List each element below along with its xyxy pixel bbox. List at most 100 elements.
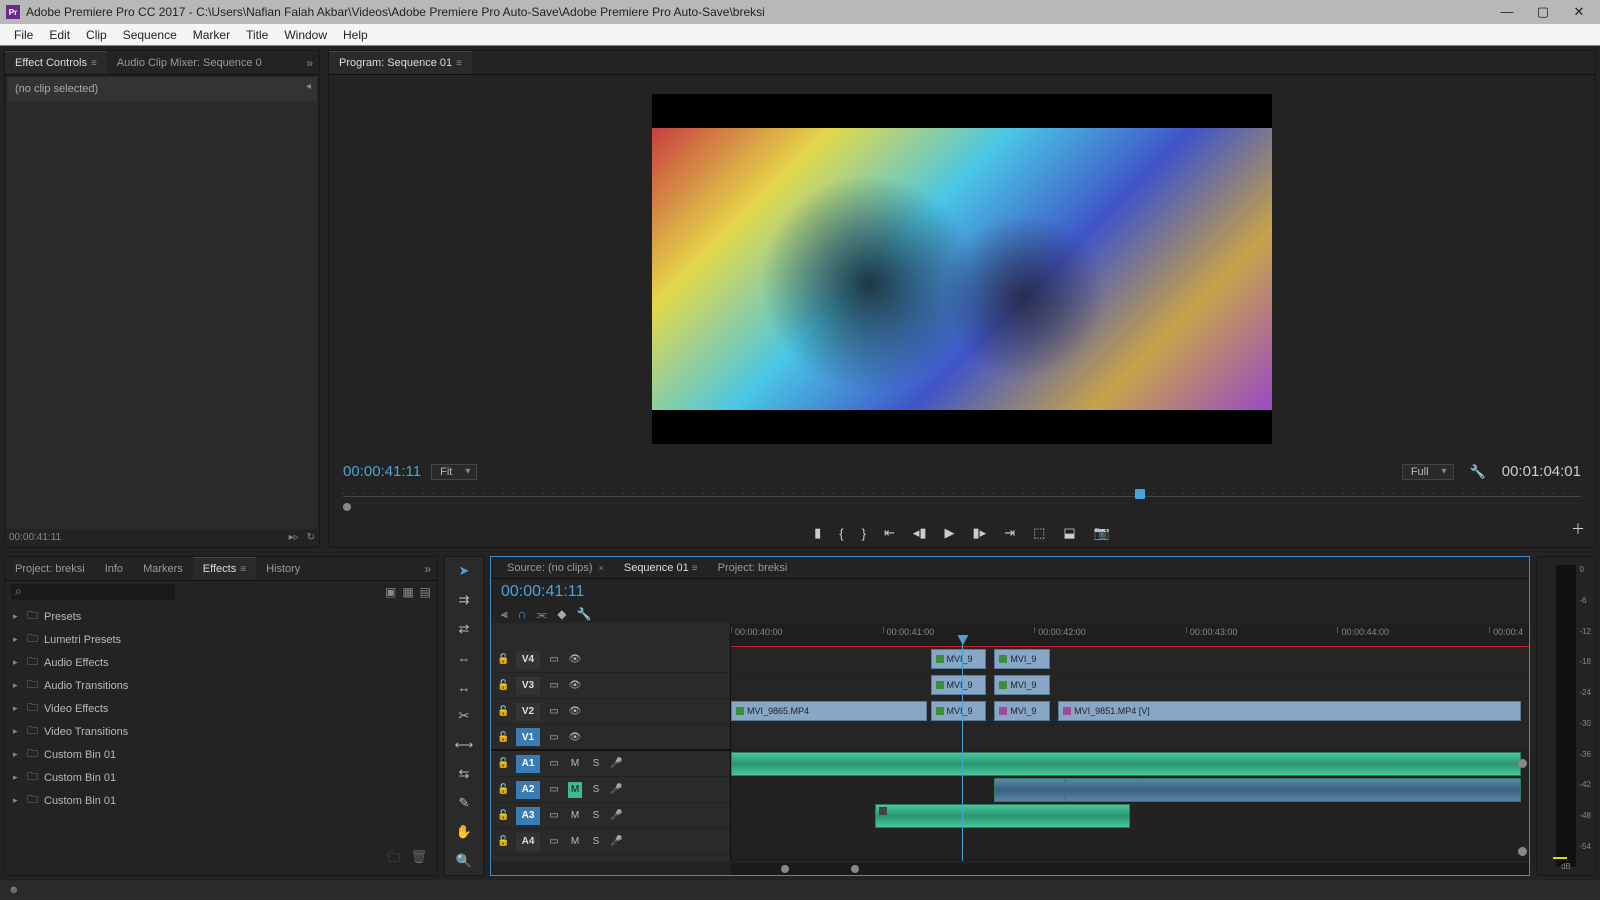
panel-menu-icon[interactable]: ≡: [692, 563, 698, 574]
track-a2[interactable]: [731, 777, 1529, 803]
track-header-a2[interactable]: 🔓A2▭MS🎤: [491, 777, 730, 803]
slip-tool-icon[interactable]: ⟷: [454, 735, 474, 755]
sync-lock-icon[interactable]: ▭: [547, 784, 561, 795]
maximize-button[interactable]: ▢: [1534, 4, 1552, 20]
timeline-timecode[interactable]: 00:00:41:11: [501, 583, 584, 601]
button-editor-plus-icon[interactable]: ＋: [1571, 519, 1585, 539]
go-to-in-button[interactable]: ⇤: [884, 525, 895, 541]
minimize-button[interactable]: —: [1498, 4, 1516, 20]
menu-window[interactable]: Window: [276, 28, 335, 42]
hand-tool-icon[interactable]: ✋: [454, 822, 474, 842]
clip[interactable]: MVI_9: [994, 649, 1050, 669]
tree-item-video-transitions[interactable]: ▸🗀Video Transitions: [9, 720, 433, 743]
panel-menu-icon[interactable]: ≡: [456, 58, 462, 69]
sync-lock-icon[interactable]: ▭: [547, 810, 561, 821]
track-header-v3[interactable]: 🔓V3▭👁: [491, 673, 730, 699]
clip[interactable]: MVI_9: [994, 701, 1050, 721]
tree-item-custom-bin[interactable]: ▸🗀Custom Bin 01: [9, 743, 433, 766]
pen-tool-icon[interactable]: ✎: [454, 793, 474, 813]
tab-project[interactable]: Project: breksi: [5, 557, 95, 580]
lock-icon[interactable]: 🔓: [497, 836, 509, 847]
tree-item-custom-bin[interactable]: ▸🗀Custom Bin 01: [9, 789, 433, 812]
track-v1[interactable]: [731, 725, 1529, 751]
lock-icon[interactable]: 🔓: [497, 706, 509, 717]
go-to-out-button[interactable]: ⇥: [1004, 525, 1015, 541]
mark-in-button[interactable]: {: [839, 526, 843, 541]
lock-icon[interactable]: 🔓: [497, 784, 509, 795]
track-header-v1[interactable]: 🔓V1▭👁: [491, 725, 730, 751]
close-icon[interactable]: ×: [599, 563, 604, 573]
loop-icon[interactable]: ↻: [307, 532, 315, 543]
play-button[interactable]: ▶: [945, 525, 955, 541]
sync-lock-icon[interactable]: ▭: [547, 758, 561, 769]
track-header-a1[interactable]: 🔓A1▭MS🎤: [491, 751, 730, 777]
step-forward-button[interactable]: ▮▸: [973, 525, 987, 541]
voice-record-icon[interactable]: 🎤: [610, 758, 622, 769]
timeline-tracks-area[interactable]: 00:00:40:00 00:00:41:00 00:00:42:00 00:0…: [731, 623, 1529, 861]
fx-badge-yuv-icon[interactable]: ▤: [420, 585, 431, 599]
track-select-tool-icon[interactable]: ⇉: [454, 590, 474, 610]
timeline-ruler[interactable]: 00:00:40:00 00:00:41:00 00:00:42:00 00:0…: [731, 623, 1529, 647]
timeline-zoom-scrollbar[interactable]: [731, 863, 1529, 875]
tab-effect-controls[interactable]: Effect Controls ≡: [5, 51, 107, 74]
lift-button[interactable]: ⬚: [1033, 525, 1045, 541]
clip[interactable]: MVI_9: [994, 675, 1050, 695]
settings-wrench-icon[interactable]: 🔧: [1470, 464, 1486, 480]
sync-lock-icon[interactable]: ▭: [547, 836, 561, 847]
program-timecode-current[interactable]: 00:00:41:11: [343, 463, 421, 480]
sync-lock-icon[interactable]: ▭: [547, 654, 561, 665]
clip[interactable]: MVI_9: [931, 701, 987, 721]
menu-clip[interactable]: Clip: [78, 28, 115, 42]
track-a3[interactable]: [731, 803, 1529, 829]
export-frame-button[interactable]: 📷: [1094, 525, 1110, 541]
razor-tool-icon[interactable]: ✂: [454, 706, 474, 726]
tab-project-timeline[interactable]: Project: breksi: [708, 562, 798, 574]
menu-marker[interactable]: Marker: [185, 28, 238, 42]
lock-icon[interactable]: 🔓: [497, 758, 509, 769]
zoom-handle-left[interactable]: [781, 865, 789, 873]
tab-program[interactable]: Program: Sequence 01 ≡: [329, 51, 472, 74]
track-v4[interactable]: MVI_9 MVI_9: [731, 647, 1529, 673]
tree-item-audio-effects[interactable]: ▸🗀Audio Effects: [9, 651, 433, 674]
zoom-dropdown[interactable]: Fit: [431, 464, 477, 480]
program-time-ruler[interactable]: [343, 489, 1581, 511]
close-button[interactable]: ✕: [1570, 4, 1588, 20]
sync-lock-icon[interactable]: ▭: [547, 706, 561, 717]
eye-icon[interactable]: 👁: [568, 732, 582, 743]
sync-lock-icon[interactable]: ▭: [547, 680, 561, 691]
tree-item-presets[interactable]: ▸🗀Presets: [9, 605, 433, 628]
audio-clip[interactable]: [731, 752, 1521, 776]
mute-button[interactable]: M: [568, 810, 582, 821]
timeline-playhead[interactable]: [962, 635, 963, 861]
program-playhead-icon[interactable]: [1135, 489, 1145, 499]
tab-info[interactable]: Info: [95, 557, 133, 580]
audio-clip[interactable]: [994, 778, 1066, 802]
lock-icon[interactable]: 🔓: [497, 654, 509, 665]
tab-sequence[interactable]: Sequence 01 ≡: [614, 562, 708, 574]
voice-record-icon[interactable]: 🎤: [610, 810, 622, 821]
mute-button[interactable]: M: [568, 836, 582, 847]
menu-title[interactable]: Title: [238, 28, 276, 42]
voice-record-icon[interactable]: 🎤: [610, 784, 622, 795]
solo-button[interactable]: S: [589, 836, 603, 847]
add-marker-icon[interactable]: ◆: [557, 607, 566, 622]
selection-tool-icon[interactable]: ➤: [454, 561, 474, 581]
tab-markers[interactable]: Markers: [133, 557, 193, 580]
clip[interactable]: MVI_9: [931, 649, 987, 669]
tree-item-audio-transitions[interactable]: ▸🗀Audio Transitions: [9, 674, 433, 697]
ripple-edit-tool-icon[interactable]: ⇄: [454, 619, 474, 639]
track-v3[interactable]: MVI_9 MVI_9: [731, 673, 1529, 699]
fx-badge-32bit-icon[interactable]: ▦: [402, 585, 413, 599]
panel-menu-icon[interactable]: ≡: [91, 58, 97, 69]
track-header-v4[interactable]: 🔓V4▭👁: [491, 647, 730, 673]
program-scroll-handle[interactable]: [343, 503, 351, 511]
timeline-settings-icon[interactable]: 🔧: [576, 607, 591, 622]
audio-clip[interactable]: [994, 778, 1521, 802]
zoom-handle-right[interactable]: [851, 865, 859, 873]
mute-button[interactable]: M: [568, 782, 582, 798]
sync-lock-icon[interactable]: ▭: [547, 732, 561, 743]
tree-item-lumetri-presets[interactable]: ▸🗀Lumetri Presets: [9, 628, 433, 651]
menu-sequence[interactable]: Sequence: [115, 28, 185, 42]
menu-file[interactable]: File: [6, 28, 41, 42]
mute-button[interactable]: M: [568, 758, 582, 769]
